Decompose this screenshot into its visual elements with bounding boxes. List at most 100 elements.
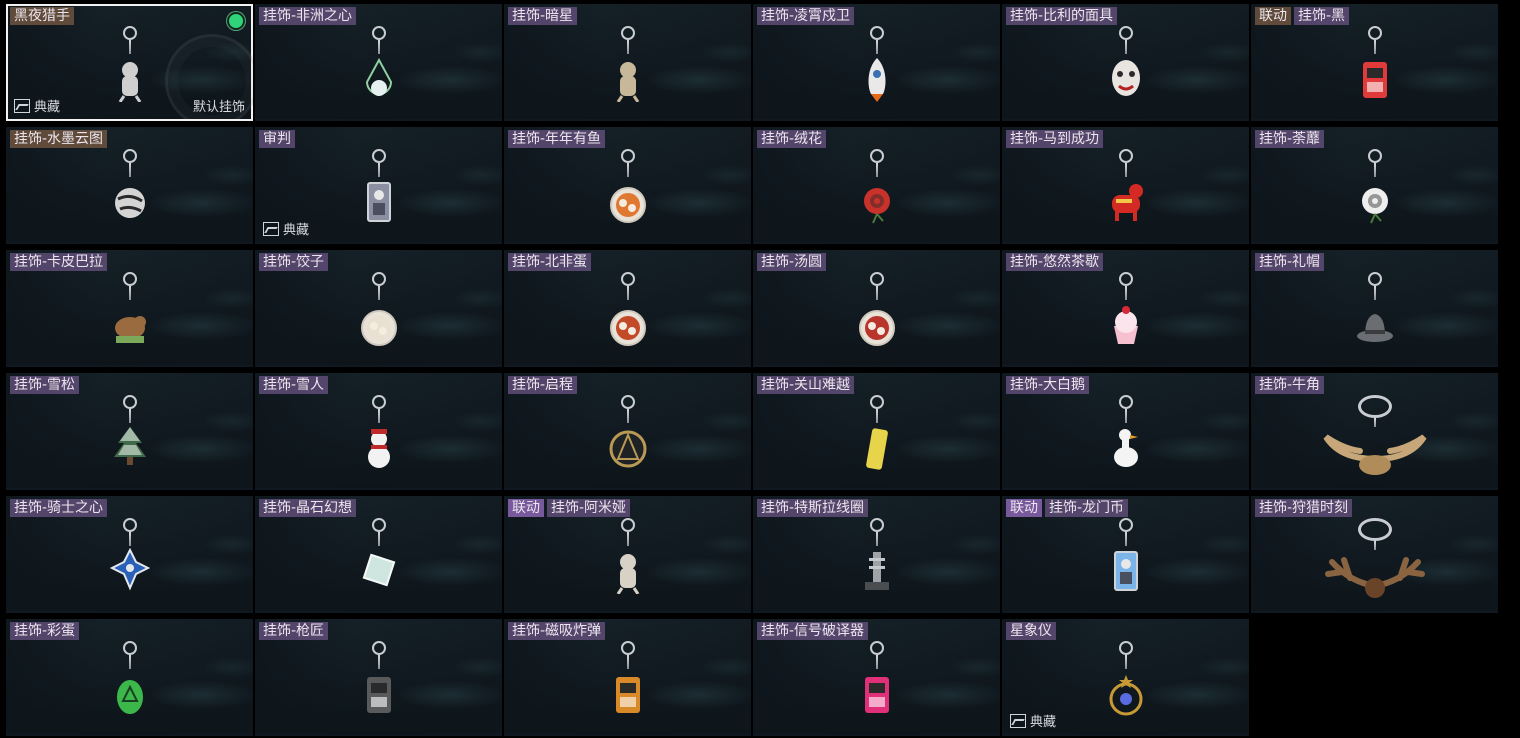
keyring	[122, 518, 137, 532]
antler-charm-icon	[1315, 518, 1435, 606]
charm-card[interactable]: 挂饰-悠然茶歇	[1002, 250, 1249, 367]
chain	[377, 532, 380, 546]
charm-name: 挂饰-马到成功	[1006, 130, 1104, 148]
card-title: 挂饰-启程	[508, 376, 578, 394]
dark-star-charm-icon	[598, 26, 658, 114]
card-title: 挂饰-卡皮巴拉	[10, 253, 108, 271]
collection-label: 典藏	[34, 100, 61, 115]
charm-card[interactable]: 星象仪 典藏	[1002, 619, 1249, 736]
charm-model	[1355, 179, 1395, 229]
easter-egg-charm-icon	[100, 641, 160, 729]
charm-card[interactable]: 挂饰-枪匠	[255, 619, 502, 736]
charm-model	[608, 425, 648, 475]
charm-card[interactable]: 挂饰-汤圆	[753, 250, 1000, 367]
charm-card[interactable]: 挂饰-凌霄戍卫	[753, 4, 1000, 121]
charm-body	[1113, 306, 1138, 344]
charm-body	[616, 62, 639, 103]
charm-card[interactable]: 黑夜猎手 典藏 默认挂饰	[6, 4, 253, 121]
keyring	[371, 272, 386, 286]
card-title: 挂饰-彩蛋	[10, 622, 80, 640]
charm-card[interactable]: 挂饰-荼蘼	[1251, 127, 1498, 244]
keyring	[1118, 272, 1133, 286]
knight-heart-cross-charm-icon	[100, 518, 160, 606]
white-flower-charm-icon	[1345, 149, 1405, 237]
keyring	[1118, 395, 1133, 409]
charm-body	[1361, 188, 1388, 224]
charm-card[interactable]: 挂饰-礼帽	[1251, 250, 1498, 367]
charm-model	[110, 179, 150, 229]
charm-card[interactable]: 挂饰-非洲之心	[255, 4, 502, 121]
collab-tag: 联动	[1006, 499, 1042, 517]
charm-card[interactable]: 挂饰-关山难越	[753, 373, 1000, 490]
card-title: 挂饰-特斯拉线圈	[757, 499, 869, 517]
charm-card[interactable]: 挂饰-晶石幻想	[255, 496, 502, 613]
charm-card[interactable]: 挂饰-特斯拉线圈	[753, 496, 1000, 613]
charm-card[interactable]: 挂饰-暗星	[504, 4, 751, 121]
keyring	[869, 272, 884, 286]
card-title: 挂饰-悠然茶歇	[1006, 253, 1104, 271]
keyring	[620, 395, 635, 409]
charm-card[interactable]: 挂饰-启程	[504, 373, 751, 490]
charm-card[interactable]: 挂饰-牛角	[1251, 373, 1498, 490]
charm-model	[1355, 56, 1395, 106]
yellow-tag-charm-icon	[847, 395, 907, 483]
charm-card[interactable]: 挂饰-绒花	[753, 127, 1000, 244]
charm-name: 挂饰-大白鹅	[1006, 376, 1090, 394]
charm-name: 挂饰-北非蛋	[508, 253, 592, 271]
card-title: 挂饰-晶石幻想	[259, 499, 357, 517]
charm-card[interactable]: 挂饰-北非蛋	[504, 250, 751, 367]
charm-card[interactable]: 挂饰-雪人	[255, 373, 502, 490]
keyring	[1118, 518, 1133, 532]
keyring	[869, 26, 884, 40]
charm-model	[608, 671, 648, 721]
charm-card[interactable]: 挂饰-马到成功	[1002, 127, 1249, 244]
keyring	[1367, 26, 1382, 40]
charm-card[interactable]: 挂饰-雪松	[6, 373, 253, 490]
charm-model	[857, 548, 897, 598]
charm-card[interactable]: 审判 典藏	[255, 127, 502, 244]
charm-model	[608, 302, 648, 352]
orrery-charm-icon	[1096, 641, 1156, 729]
card-title: 黑夜猎手	[10, 7, 74, 25]
charm-card[interactable]: 挂饰-比利的面具	[1002, 4, 1249, 121]
charm-card[interactable]: 挂饰-水墨云图	[6, 127, 253, 244]
charm-model	[359, 302, 399, 352]
charm-card[interactable]: 挂饰-狩猎时刻	[1251, 496, 1498, 613]
cupcake-charm-icon	[1096, 272, 1156, 360]
chain	[1373, 40, 1376, 54]
keyring	[869, 641, 884, 655]
charm-name: 挂饰-狩猎时刻	[1255, 499, 1353, 517]
card-title: 挂饰-比利的面具	[1006, 7, 1118, 25]
keyring	[122, 26, 137, 40]
chain	[128, 409, 131, 423]
card-title: 挂饰-荼蘼	[1255, 130, 1325, 148]
card-title: 挂饰-礼帽	[1255, 253, 1325, 271]
charm-card[interactable]: 联动 挂饰-阿米娅	[504, 496, 751, 613]
card-title: 挂饰-骑士之心	[10, 499, 108, 517]
charm-card[interactable]: 挂饰-信号破译器	[753, 619, 1000, 736]
crystal-cube-charm-icon	[349, 518, 409, 606]
charm-card[interactable]: 挂饰-饺子	[255, 250, 502, 367]
charm-card[interactable]: 挂饰-年年有鱼	[504, 127, 751, 244]
charm-model	[359, 548, 399, 598]
charm-card[interactable]: 联动 挂饰-龙门币	[1002, 496, 1249, 613]
charm-card[interactable]: 挂饰-大白鹅	[1002, 373, 1249, 490]
equipped-indicator	[227, 12, 245, 30]
charm-card[interactable]: 联动 挂饰-黑	[1251, 4, 1498, 121]
charm-model	[1106, 425, 1146, 475]
chain	[1124, 40, 1127, 54]
charm-card[interactable]: 挂饰-彩蛋	[6, 619, 253, 736]
chain	[128, 286, 131, 300]
charm-model	[1355, 302, 1395, 352]
charm-name: 挂饰-卡皮巴拉	[10, 253, 108, 271]
charm-body	[114, 188, 145, 218]
keyring	[122, 641, 137, 655]
charm-card[interactable]: 挂饰-骑士之心	[6, 496, 253, 613]
heart-of-africa-charm-icon	[349, 26, 409, 114]
chain	[626, 163, 629, 177]
charm-card[interactable]: 挂饰-磁吸炸弹	[504, 619, 751, 736]
charm-name: 挂饰-雪松	[10, 376, 80, 394]
charm-body	[116, 680, 143, 714]
card-title: 联动 挂饰-龙门币	[1006, 499, 1129, 517]
charm-card[interactable]: 挂饰-卡皮巴拉	[6, 250, 253, 367]
